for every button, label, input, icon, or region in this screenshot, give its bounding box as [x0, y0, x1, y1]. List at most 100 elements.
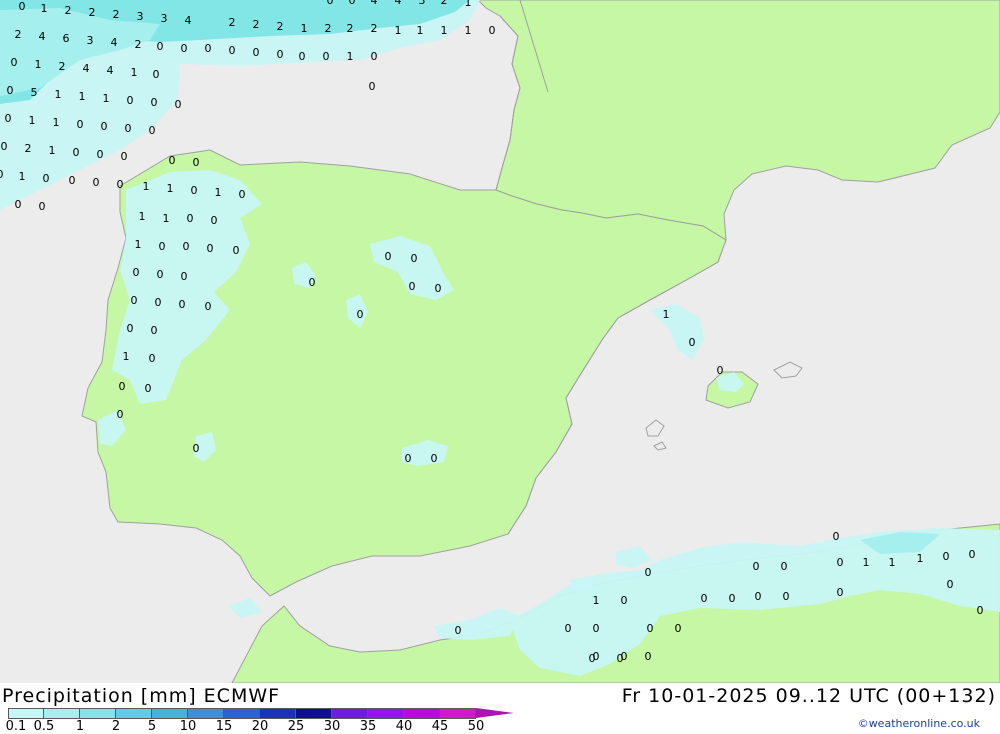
- precip-value-label: 0: [43, 172, 50, 185]
- precip-value-label: 0: [229, 44, 236, 57]
- precip-value-label: 0: [19, 0, 26, 13]
- precip-value-label: 1: [135, 238, 142, 251]
- precip-value-label: 1: [19, 170, 26, 183]
- precip-value-label: 0: [127, 322, 134, 335]
- precip-value-label: 0: [205, 42, 212, 55]
- precip-value-label: 0: [327, 0, 334, 7]
- precip-value-label: 0: [753, 560, 760, 573]
- legend-swatch: [44, 708, 80, 719]
- footer: Precipitation [mm] ECMWF Fr 10-01-2025 0…: [0, 683, 1000, 734]
- precip-value-label: 1: [215, 186, 222, 199]
- precip-value-label: 0: [15, 198, 22, 211]
- legend-swatch: [404, 708, 440, 719]
- precip-value-label: 2: [135, 38, 142, 51]
- precip-value-label: 1: [139, 210, 146, 223]
- precip-value-label: 1: [917, 552, 924, 565]
- precip-value-label: 0: [357, 308, 364, 321]
- precip-value-label: 3: [87, 34, 94, 47]
- precip-value-label: 0: [153, 68, 160, 81]
- precip-value-label: 0: [179, 298, 186, 311]
- precip-value-label: 1: [53, 116, 60, 129]
- legend-label: 2: [111, 719, 121, 734]
- precip-value-label: 0: [943, 550, 950, 563]
- legend-swatch: [296, 708, 332, 719]
- precip-value-label: 1: [35, 58, 42, 71]
- precip-value-label: 0: [409, 280, 416, 293]
- precip-value-label: 0: [151, 324, 158, 337]
- precip-value-label: 0: [5, 112, 12, 125]
- precip-value-label: 0: [97, 148, 104, 161]
- precip-value-label: 0: [157, 268, 164, 281]
- precip-value-label: 0: [11, 56, 18, 69]
- precip-value-label: 6: [63, 32, 70, 45]
- precip-value-label: 1: [131, 66, 138, 79]
- precip-value-label: 0: [149, 124, 156, 137]
- precip-value-label: 0: [193, 156, 200, 169]
- precip-value-label: 0: [617, 652, 624, 665]
- precip-value-label: 0: [187, 212, 194, 225]
- legend-label: 15: [215, 719, 233, 734]
- precip-value-label: 1: [123, 350, 130, 363]
- precip-value-label: 0: [349, 0, 356, 7]
- precip-value-label: 2: [229, 16, 236, 29]
- precip-value-label: 0: [0, 168, 4, 181]
- precip-value-label: 0: [175, 98, 182, 111]
- legend-label: 5: [147, 719, 157, 734]
- precip-value-label: 0: [193, 442, 200, 455]
- credit-link[interactable]: ©weatheronline.co.uk: [858, 717, 980, 730]
- precip-value-label: 3: [137, 10, 144, 23]
- legend-swatch: [368, 708, 404, 719]
- precip-value-label: 4: [83, 62, 90, 75]
- precip-value-label: 0: [977, 604, 984, 617]
- legend-swatch: [152, 708, 188, 719]
- precip-value-label: 1: [79, 90, 86, 103]
- precip-value-label: 0: [133, 266, 140, 279]
- legend-label: 0.5: [33, 719, 55, 734]
- precip-value-label: 0: [169, 154, 176, 167]
- precip-value-label: 2: [347, 22, 354, 35]
- precip-value-label: 1: [41, 2, 48, 15]
- precip-value-label: 0: [1, 140, 8, 153]
- legend-label: 10: [179, 719, 197, 734]
- precip-value-label: 1: [143, 180, 150, 193]
- precip-value-label: 0: [647, 622, 654, 635]
- precip-value-label: 0: [191, 184, 198, 197]
- precip-value-label: 0: [565, 622, 572, 635]
- forecast-datetime: Fr 10-01-2025 09..12 UTC (00+132): [621, 685, 996, 707]
- precip-value-label: 0: [145, 382, 152, 395]
- precip-value-label: 0: [323, 50, 330, 63]
- precip-value-label: 1: [593, 594, 600, 607]
- precip-value-label: 0: [39, 200, 46, 213]
- color-legend: [8, 708, 514, 719]
- precip-value-label: 0: [157, 40, 164, 53]
- precip-value-label: 0: [837, 556, 844, 569]
- precip-value-label: 0: [73, 146, 80, 159]
- precip-value-label: 0: [435, 282, 442, 295]
- precip-value-label: 0: [117, 408, 124, 421]
- precip-value-label: 0: [947, 578, 954, 591]
- precip-value-label: 0: [69, 174, 76, 187]
- precip-value-label: 2: [89, 6, 96, 19]
- precip-value-label: 0: [299, 50, 306, 63]
- precip-value-label: 0: [155, 296, 162, 309]
- precip-value-label: 0: [589, 652, 596, 665]
- precip-value-label: 1: [49, 144, 56, 157]
- precip-value-label: 0: [621, 594, 628, 607]
- precip-value-label: 0: [127, 94, 134, 107]
- precip-value-label: 0: [309, 276, 316, 289]
- precip-value-label: 0: [131, 294, 138, 307]
- legend-label: 45: [431, 719, 449, 734]
- precip-value-label: 1: [395, 24, 402, 37]
- precip-value-label: 1: [167, 182, 174, 195]
- precipitation-map: 0 1 2 2 2 3 3 4 2 2 2 1 2 2 2 1 1 1 1 0 2 4 6 3 4 2 0 0 0 0 0 0 0 0 1 0 0 1 2 4…: [0, 0, 1000, 683]
- precip-value-label: 2: [65, 4, 72, 17]
- precip-value-label: 0: [183, 240, 190, 253]
- precip-value-label: 2: [277, 20, 284, 33]
- precip-value-label: 2: [371, 22, 378, 35]
- precip-value-label: 0: [119, 380, 126, 393]
- precip-value-label: 0: [675, 622, 682, 635]
- precip-value-label: 0: [781, 560, 788, 573]
- precip-value-label: 0: [371, 50, 378, 63]
- legend-label: 0.1: [5, 719, 27, 734]
- precip-value-label: 0: [7, 84, 14, 97]
